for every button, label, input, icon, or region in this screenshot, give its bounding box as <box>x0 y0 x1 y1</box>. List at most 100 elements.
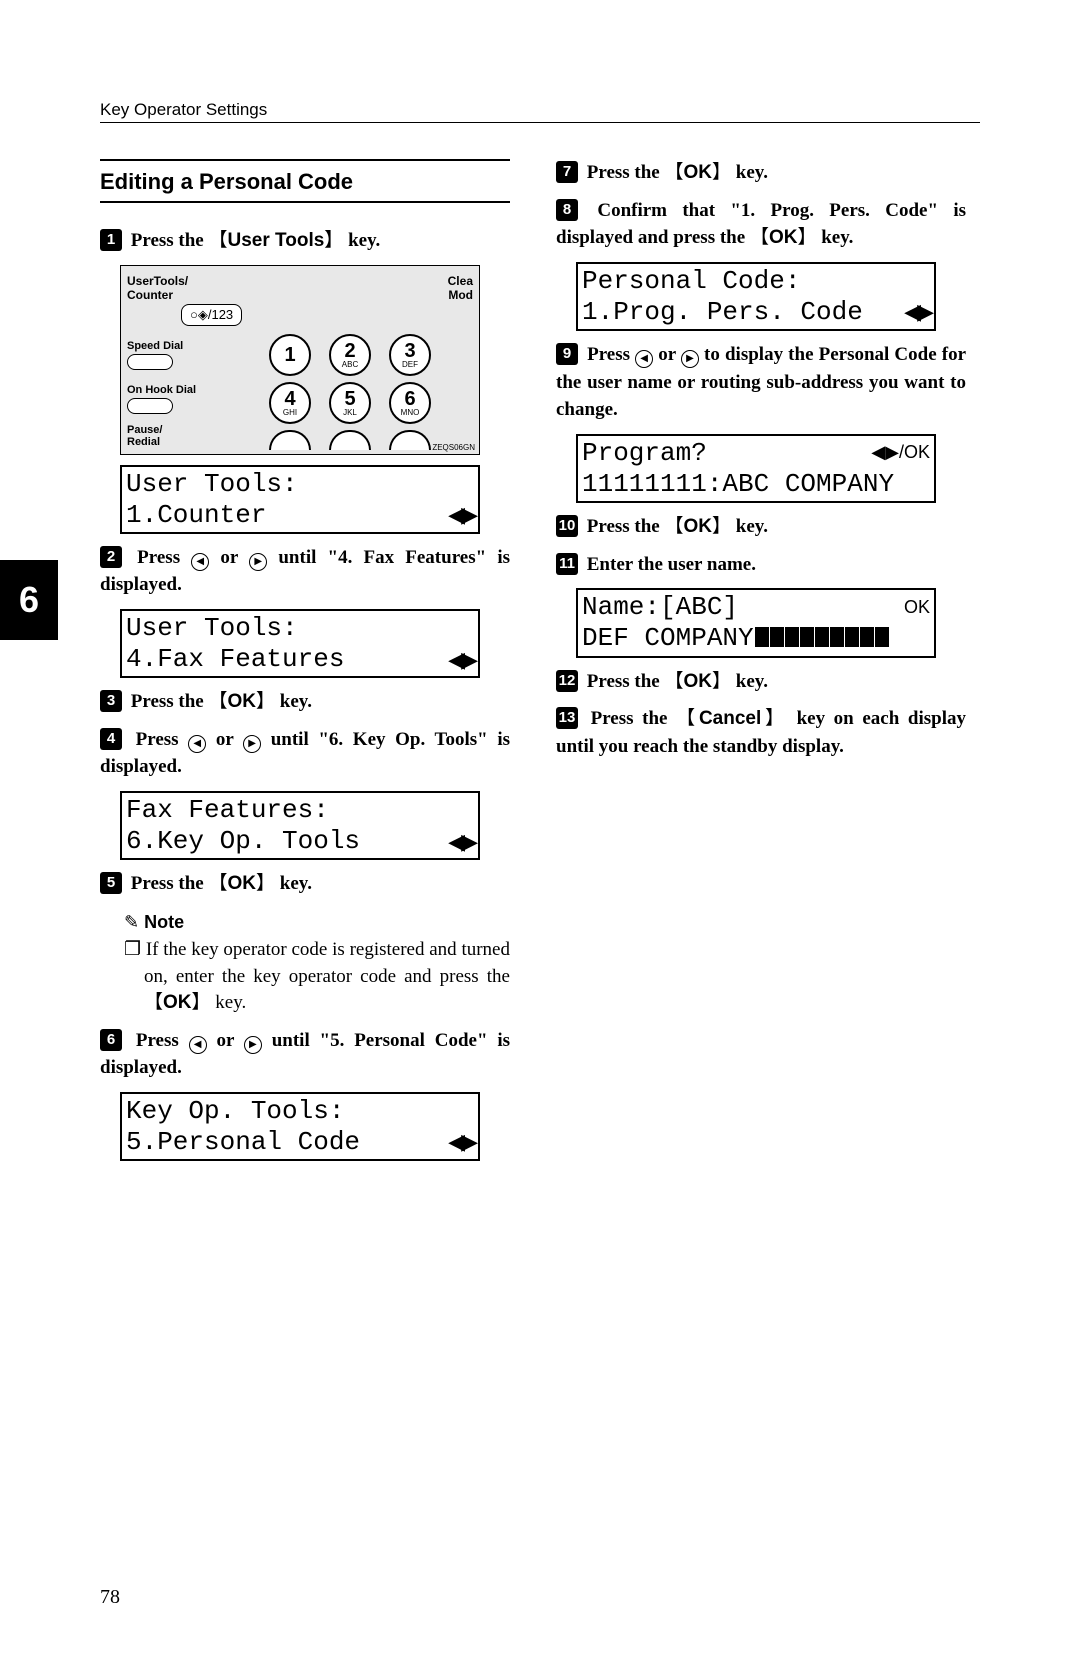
header-rule <box>100 122 980 123</box>
step-text: Press the <box>591 708 676 729</box>
nav-arrows-icon: ◀▶ <box>904 299 930 325</box>
lcd-line: 1.Counter <box>126 500 266 531</box>
on-hook-dial-button[interactable] <box>127 398 173 414</box>
note-text: key. <box>211 992 247 1013</box>
keypad-2[interactable]: 2ABC <box>329 334 371 376</box>
step-text: Press the <box>131 230 209 251</box>
nav-left-icon: ◀ <box>189 1036 207 1054</box>
step-7: 7 Press the OK key. <box>556 159 966 187</box>
lcd-line: Fax Features: <box>126 795 329 826</box>
ok-indicator: OK <box>904 597 930 619</box>
step-text: key. <box>816 227 853 248</box>
lcd-line: 1.Prog. Pers. Code <box>582 297 863 328</box>
keypad-8-partial[interactable] <box>329 430 371 450</box>
lcd-line: Personal Code: <box>582 266 800 297</box>
section-title: Editing a Personal Code <box>100 159 510 203</box>
step-number: 9 <box>556 343 578 365</box>
content-columns: Editing a Personal Code 1 Press the User… <box>100 159 980 1171</box>
nav-arrows-icon: ◀▶ <box>448 502 474 528</box>
lcd-line: Program? <box>582 438 707 469</box>
keypad-9-partial[interactable] <box>389 430 431 450</box>
numeric-keypad: 1 2ABC 3DEF 4GHI 5JKL 6MNO <box>227 334 473 450</box>
step-text: or <box>207 1030 244 1051</box>
label-pause-redial: Pause/ Redial <box>127 424 227 448</box>
step-text: Press the <box>131 873 209 894</box>
keypad-7-partial[interactable] <box>269 430 311 450</box>
lcd-fax-features: User Tools: 4.Fax Features◀▶ <box>120 609 480 678</box>
keypad-figure: UserTools/ Counter Clea Mod ○◈/123 Speed… <box>120 265 480 455</box>
nav-right-icon: ▶ <box>249 553 267 571</box>
key-cancel: Cancel <box>676 708 788 729</box>
step-13: 13 Press the Cancel key on each display … <box>556 705 966 760</box>
lcd-personal-code-menu: Key Op. Tools: 5.Personal Code◀▶ <box>120 1092 480 1161</box>
input-cursor-blocks <box>754 623 889 654</box>
note-heading: Note <box>124 912 510 933</box>
note-text: If the key operator code is registered a… <box>144 939 510 987</box>
step-4: 4 Press ◀ or ▶ until "6. Key Op. Tools" … <box>100 726 510 781</box>
user-tools-hw-button[interactable]: ○◈/123 <box>181 304 242 326</box>
step-number: 3 <box>100 690 122 712</box>
step-number: 4 <box>100 728 122 750</box>
label-speed-dial: Speed Dial <box>127 340 227 352</box>
step-text: Press <box>136 1030 189 1051</box>
key-ok: OK <box>144 992 211 1013</box>
step-number: 7 <box>556 161 578 183</box>
keypad-3[interactable]: 3DEF <box>389 334 431 376</box>
keypad-6[interactable]: 6MNO <box>389 382 431 424</box>
nav-ok-indicator: ◀▶/OK <box>871 442 930 464</box>
left-column: Editing a Personal Code 1 Press the User… <box>100 159 510 1171</box>
running-header: Key Operator Settings <box>100 100 980 120</box>
step-text: Press the <box>131 691 209 712</box>
lcd-line: 11111111:ABC COMPANY <box>582 469 894 500</box>
keypad-5[interactable]: 5JKL <box>329 382 371 424</box>
step-text: key. <box>275 873 312 894</box>
keypad-4[interactable]: 4GHI <box>269 382 311 424</box>
key-ok: OK <box>209 873 276 894</box>
step-11: 11 Enter the user name. <box>556 551 966 579</box>
nav-right-icon: ▶ <box>243 735 261 753</box>
step-text: Press <box>587 344 635 365</box>
key-ok: OK <box>665 671 732 692</box>
lcd-name-entry: Name:[ABC]OK DEF COMPANY <box>576 588 936 657</box>
step-6: 6 Press ◀ or ▶ until "5. Personal Code" … <box>100 1027 510 1082</box>
key-ok: OK <box>665 162 732 183</box>
step-text: Press the <box>587 162 665 183</box>
nav-arrows-icon: ◀▶ <box>448 1129 474 1155</box>
step-text: Press <box>136 729 189 750</box>
step-10: 10 Press the OK key. <box>556 513 966 541</box>
lcd-prog-pers-code: Personal Code: 1.Prog. Pers. Code ◀▶ <box>576 262 936 331</box>
key-ok: OK <box>750 227 817 248</box>
lcd-user-tools-counter: User Tools: 1.Counter ◀▶ <box>120 465 480 534</box>
step-text: Press <box>137 547 191 568</box>
keypad-1[interactable]: 1 <box>269 334 311 376</box>
step-text: Press the <box>587 516 665 537</box>
step-text: or <box>209 547 249 568</box>
nav-arrows-icon: ◀▶ <box>448 829 474 855</box>
step-text: key. <box>731 671 768 692</box>
step-9: 9 Press ◀ or ▶ to display the Personal C… <box>556 341 966 424</box>
figure-code: ZEQS06GN <box>432 443 475 452</box>
lcd-program-select: Program? ◀▶/OK 11111111:ABC COMPANY <box>576 434 936 503</box>
step-number: 1 <box>100 229 122 251</box>
nav-right-icon: ▶ <box>681 350 699 368</box>
step-number: 13 <box>556 707 578 729</box>
key-user-tools: User Tools <box>209 230 344 251</box>
nav-right-icon: ▶ <box>244 1036 262 1054</box>
nav-left-icon: ◀ <box>191 553 209 571</box>
step-text: or <box>206 729 243 750</box>
speed-dial-button[interactable] <box>127 354 173 370</box>
key-ok: OK <box>665 516 732 537</box>
label-clear-modes: Clea Mod <box>448 274 473 302</box>
key-ok: OK <box>209 691 276 712</box>
step-text: or <box>653 344 681 365</box>
step-5: 5 Press the OK key. <box>100 870 510 898</box>
step-number: 8 <box>556 199 578 221</box>
label-usertools-counter: UserTools/ Counter <box>127 274 188 302</box>
chapter-tab: 6 <box>0 560 58 640</box>
step-12: 12 Press the OK key. <box>556 668 966 696</box>
step-2: 2 Press ◀ or ▶ until "4. Fax Features" i… <box>100 544 510 599</box>
step-number: 10 <box>556 515 578 537</box>
lcd-line: User Tools: <box>126 469 298 500</box>
lcd-line: DEF COMPANY <box>582 623 754 653</box>
step-8: 8 Confirm that "1. Prog. Pers. Code" is … <box>556 197 966 252</box>
